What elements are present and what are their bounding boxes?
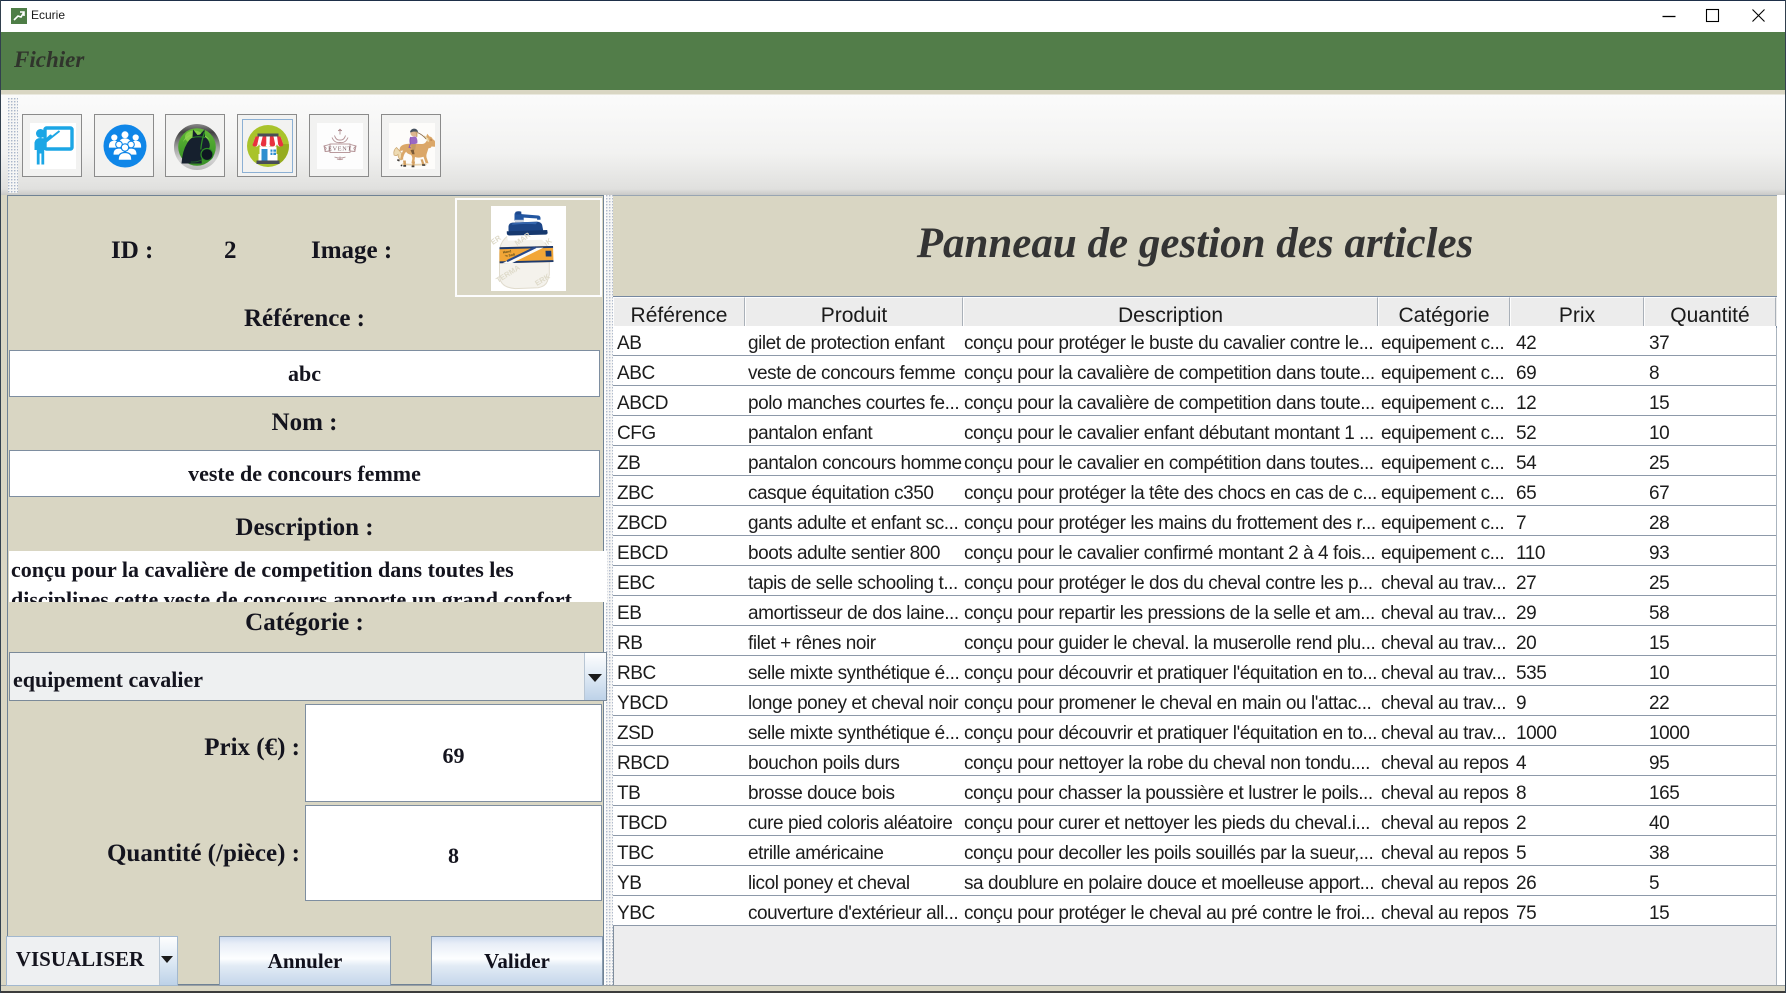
svg-text:EVENT: EVENT — [328, 146, 352, 153]
